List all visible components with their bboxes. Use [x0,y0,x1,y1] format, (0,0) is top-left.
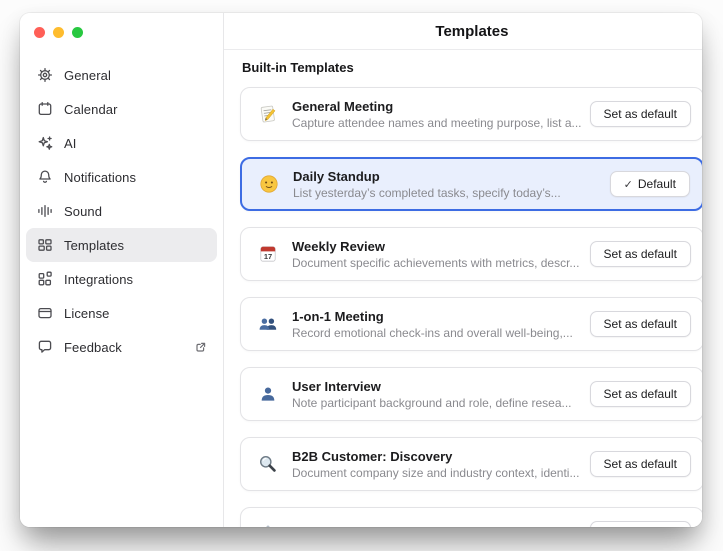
sidebar-item-label: License [64,306,207,321]
set-default-button[interactable]: Set as default [590,381,691,407]
template-description: Note participant background and role, de… [292,396,582,411]
template-card[interactable]: B2B Customer: Pilot Set as default [240,507,702,527]
rocket-emoji [257,524,279,527]
page-title: Templates [435,23,508,40]
sidebar-item-label: Calendar [64,102,207,117]
set-default-button[interactable]: Set as default [590,101,691,127]
template-list: General MeetingCapture attendee names an… [240,87,702,527]
sidebar: General Calendar AI Notifications Sound Templ… [20,13,224,527]
templates-icon [36,237,53,254]
sidebar-item-calendar[interactable]: Calendar [26,92,217,126]
sidebar-item-label: Integrations [64,272,207,287]
external-link-icon [194,341,207,354]
license-icon [36,305,53,322]
face-emoji [258,174,280,194]
main-header: Templates [224,13,702,50]
sidebar-item-notifications[interactable]: Notifications [26,160,217,194]
template-title: 1-on-1 Meeting [292,308,582,325]
template-text: User InterviewNote participant backgroun… [292,378,590,411]
sidebar-item-label: Notifications [64,170,207,185]
button-label: Default [638,177,676,191]
template-description: Document company size and industry conte… [292,466,582,481]
template-text: 1-on-1 MeetingRecord emotional check-ins… [292,308,590,341]
memo-emoji [257,104,279,124]
button-label: Set as default [604,247,677,261]
sidebar-nav: General Calendar AI Notifications Sound Templ… [26,58,217,364]
bell-icon [36,169,53,186]
magnifier-emoji [257,454,279,474]
sidebar-item-label: AI [64,136,207,151]
set-default-button[interactable]: Set as default [590,311,691,337]
sidebar-item-label: Sound [64,204,207,219]
sidebar-item-templates[interactable]: Templates [26,228,217,262]
template-description: Capture attendee names and meeting purpo… [292,116,582,131]
close-button[interactable] [34,27,45,38]
template-title: B2B Customer: Discovery [292,448,582,465]
template-text: Daily StandupList yesterday’s completed … [293,168,610,201]
settings-window: General Calendar AI Notifications Sound Templ… [20,13,702,527]
sidebar-item-license[interactable]: License [26,296,217,330]
template-description: Document specific achievements with metr… [292,256,582,271]
people-emoji [257,314,279,334]
template-title: User Interview [292,378,582,395]
template-card[interactable]: 17 Weekly ReviewDocument specific achieve… [240,227,702,281]
template-text: B2B Customer: DiscoveryDocument company … [292,448,590,481]
sidebar-item-label: Feedback [64,340,183,355]
template-text: B2B Customer: Pilot [292,525,590,527]
person-emoji [257,384,279,404]
sidebar-item-sound[interactable]: Sound [26,194,217,228]
button-label: Set as default [604,317,677,331]
button-label: Set as default [604,457,677,471]
sidebar-item-general[interactable]: General [26,58,217,92]
template-title: Daily Standup [293,168,602,185]
template-title: General Meeting [292,98,582,115]
sidebar-item-label: Templates [64,238,207,253]
template-card[interactable]: B2B Customer: DiscoveryDocument company … [240,437,702,491]
svg-text:17: 17 [264,252,272,261]
window-controls [26,27,217,38]
set-default-button[interactable]: Set as default [590,521,691,527]
template-card[interactable]: 1-on-1 MeetingRecord emotional check-ins… [240,297,702,351]
template-title: Weekly Review [292,238,582,255]
sidebar-item-ai[interactable]: AI [26,126,217,160]
set-default-button[interactable]: Set as default [590,451,691,477]
zoom-button[interactable] [72,27,83,38]
button-label: Set as default [604,107,677,121]
template-card[interactable]: Daily StandupList yesterday’s completed … [240,157,702,211]
sidebar-item-feedback[interactable]: Feedback [26,330,217,364]
calendar-emoji: 17 [257,244,279,264]
sidebar-item-label: General [64,68,207,83]
main-panel: Templates Built-in Templates General Mee… [224,13,702,527]
integrations-icon [36,271,53,288]
template-text: General MeetingCapture attendee names an… [292,98,590,131]
templates-content: Built-in Templates General MeetingCaptur… [224,50,702,527]
sparkles-icon [36,135,53,152]
set-default-button[interactable]: Set as default [590,241,691,267]
calendar-icon [36,101,53,118]
minimize-button[interactable] [53,27,64,38]
default-badge-button[interactable]: ✓ Default [610,171,690,197]
feedback-icon [36,339,53,356]
template-text: Weekly ReviewDocument specific achieveme… [292,238,590,271]
button-label: Set as default [604,387,677,401]
template-card[interactable]: General MeetingCapture attendee names an… [240,87,702,141]
template-title: B2B Customer: Pilot [292,525,582,527]
check-icon: ✓ [624,178,633,191]
template-description: List yesterday’s completed tasks, specif… [293,186,602,201]
sidebar-item-integrations[interactable]: Integrations [26,262,217,296]
gear-icon [36,67,53,84]
template-card[interactable]: User InterviewNote participant backgroun… [240,367,702,421]
waveform-icon [36,203,53,220]
template-description: Record emotional check-ins and overall w… [292,326,582,341]
section-title: Built-in Templates [242,60,702,75]
